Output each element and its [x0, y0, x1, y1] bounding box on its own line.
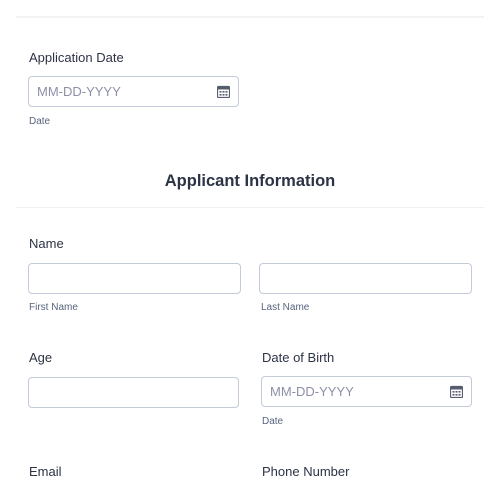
- name-label: Name: [29, 236, 64, 251]
- last-name-field[interactable]: [259, 263, 472, 294]
- email-label: Email: [29, 464, 62, 479]
- age-field[interactable]: [28, 377, 239, 408]
- application-date-label: Application Date: [29, 50, 124, 65]
- date-of-birth-sublabel: Date: [262, 416, 284, 427]
- application-date-field[interactable]: [28, 76, 239, 107]
- first-name-field[interactable]: [28, 263, 241, 294]
- date-of-birth-field[interactable]: [261, 376, 472, 407]
- calendar-icon[interactable]: [217, 85, 230, 98]
- section-divider: [16, 207, 484, 208]
- calendar-icon[interactable]: [450, 385, 463, 398]
- age-input[interactable]: [29, 378, 238, 407]
- application-date-input[interactable]: [29, 77, 238, 106]
- phone-number-label: Phone Number: [262, 464, 350, 479]
- section-title: Applicant Information: [164, 172, 336, 190]
- first-name-input[interactable]: [29, 264, 240, 293]
- top-divider: [16, 16, 484, 18]
- date-of-birth-label: Date of Birth: [262, 350, 335, 365]
- last-name-input[interactable]: [260, 264, 471, 293]
- application-date-sublabel: Date: [29, 116, 51, 127]
- first-name-sublabel: First Name: [29, 302, 78, 313]
- date-of-birth-input[interactable]: [262, 377, 471, 406]
- last-name-sublabel: Last Name: [261, 302, 310, 313]
- age-label: Age: [29, 350, 53, 365]
